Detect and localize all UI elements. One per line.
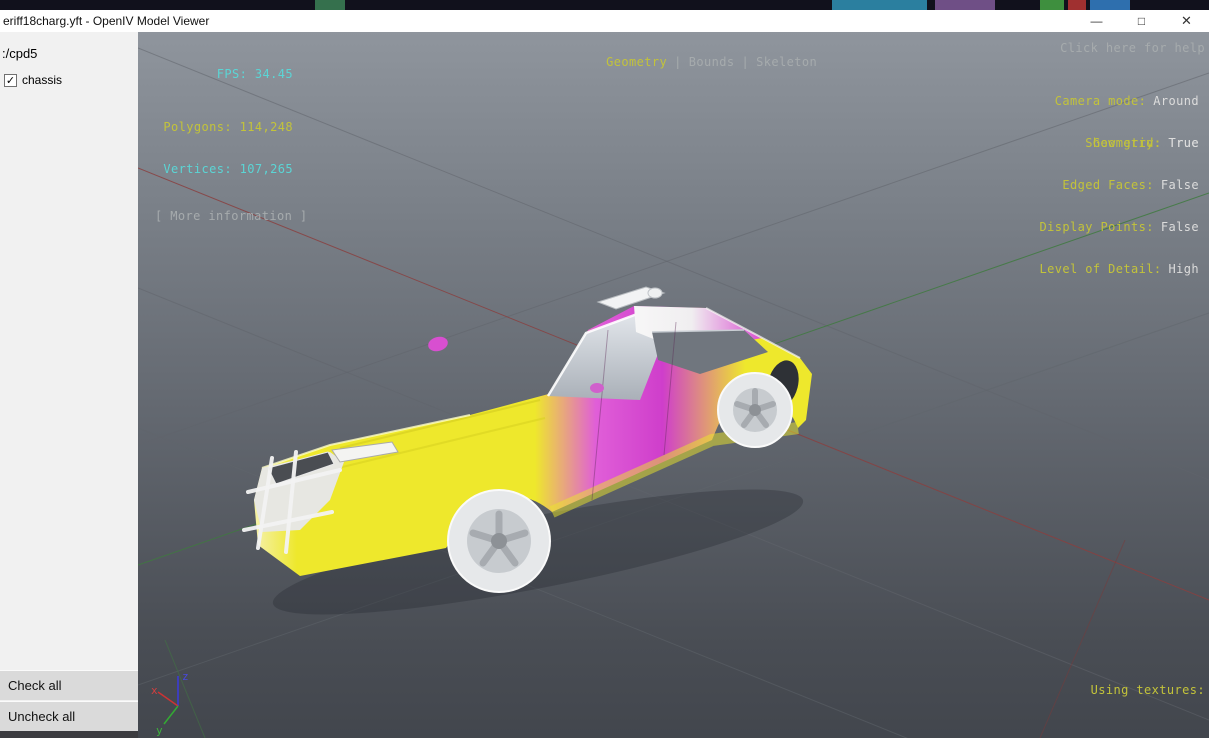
chassis-checkbox[interactable]: ✓: [4, 74, 17, 87]
setting-label: Display Points:: [1040, 220, 1154, 234]
mode-separator: |: [674, 55, 682, 69]
textures-panel: Using textures: vehshare_worn.ytd[-] veh…: [1038, 645, 1205, 738]
front-wheel: [448, 490, 550, 592]
window-title: eriff18charg.yft - OpenIV Model Viewer: [0, 14, 1074, 28]
model-part-row-chassis[interactable]: ✓ chassis: [0, 71, 138, 89]
more-information-link[interactable]: [ More information ]: [155, 209, 293, 223]
setting-value: False: [1161, 220, 1199, 234]
close-button[interactable]: ✕: [1164, 10, 1209, 32]
window-controls: — □ ✕: [1074, 10, 1209, 32]
openiv-model-viewer-window: eriff18charg.yft - OpenIV Model Viewer —…: [0, 10, 1209, 738]
display-points-setting[interactable]: Display Points: False: [1040, 220, 1200, 234]
level-of-detail-setting[interactable]: Level of Detail: High: [1040, 262, 1200, 276]
titlebar: eriff18charg.yft - OpenIV Model Viewer —…: [0, 10, 1209, 32]
rear-wheel: [718, 373, 792, 447]
polygons-stat: Polygons: 114,248: [155, 120, 293, 134]
model-path-label: :/cpd5: [0, 32, 138, 71]
axis-y-label: y: [156, 724, 163, 737]
render-mode-tabs: Geometry | Bounds | Skeleton: [530, 41, 817, 83]
help-link[interactable]: Click here for help: [1060, 41, 1205, 55]
model-parts-sidebar: :/cpd5 ✓ chassis Check all Uncheck all: [0, 32, 138, 738]
background-window-fragment: [832, 0, 927, 10]
spotlight: [590, 383, 604, 393]
chassis-label: chassis: [22, 73, 62, 87]
textures-header: Using textures:: [1038, 681, 1205, 699]
vertices-stat: Vertices: 107,265: [155, 162, 293, 176]
screen: eriff18charg.yft - OpenIV Model Viewer —…: [0, 0, 1209, 738]
axis-gizmo: x y z: [151, 670, 189, 737]
desktop-background-sliver: [0, 0, 1209, 10]
setting-label: Geometry:: [1093, 136, 1162, 150]
mode-geometry[interactable]: Geometry: [606, 55, 667, 69]
setting-label: Edged Faces:: [1062, 178, 1154, 192]
mode-separator: |: [742, 55, 750, 69]
check-all-button[interactable]: Check all: [0, 670, 138, 700]
maximize-button[interactable]: □: [1119, 10, 1164, 32]
render-settings: Geometry: True Edged Faces: False Display …: [1040, 108, 1200, 304]
side-mirror: [427, 335, 450, 354]
minimize-button[interactable]: —: [1074, 10, 1119, 32]
mode-bounds[interactable]: Bounds: [689, 55, 735, 69]
camera-mode-setting[interactable]: Camera mode: Around: [1055, 94, 1199, 108]
stats-overlay: FPS: 34.45 Polygons: 114,248 Vertices: 1…: [155, 39, 293, 251]
setting-label: Level of Detail:: [1040, 262, 1162, 276]
background-window-fragment: [1090, 0, 1130, 10]
fps-stat: FPS: 34.45: [155, 67, 293, 81]
axis-x-label: x: [151, 684, 158, 697]
setting-value: False: [1161, 178, 1199, 192]
setting-value: True: [1169, 136, 1200, 150]
edged-faces-setting[interactable]: Edged Faces: False: [1040, 178, 1200, 192]
viewport-canvas[interactable]: x y z FPS: 34.45 Polygons: 114,248 Verti…: [138, 32, 1209, 738]
setting-label: Camera mode:: [1055, 94, 1147, 108]
car-model: [244, 287, 812, 639]
window-body: :/cpd5 ✓ chassis Check all Uncheck all: [0, 32, 1209, 738]
siren-dome: [648, 288, 662, 298]
window-bottom-edge: [0, 731, 138, 738]
background-window-fragment: [1068, 0, 1086, 10]
background-window-fragment: [935, 0, 995, 10]
uncheck-all-button[interactable]: Uncheck all: [0, 701, 138, 731]
axis-z-label: z: [182, 670, 189, 683]
background-window-fragment: [1040, 0, 1064, 10]
mode-skeleton[interactable]: Skeleton: [756, 55, 817, 69]
setting-value: Around: [1153, 94, 1199, 108]
background-window-fragment: [315, 0, 345, 10]
geometry-setting[interactable]: Geometry: True: [1040, 136, 1200, 150]
setting-value: High: [1169, 262, 1200, 276]
